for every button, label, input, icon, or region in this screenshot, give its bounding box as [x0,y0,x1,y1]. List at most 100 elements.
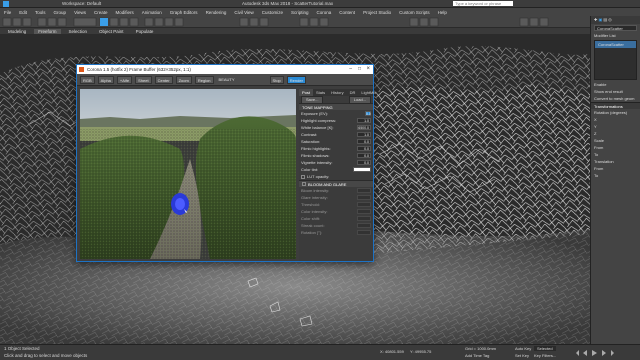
menu-item-edit[interactable]: Edit [15,10,31,15]
fb-app-icon [79,67,84,72]
load-button[interactable]: Load... [348,95,371,104]
modifier-list-dropdown[interactable]: Modifier List [591,32,640,39]
bloom-glare-header[interactable]: BLOOM AND GLARE [299,180,373,187]
tone-row: Filmic highlights: 0.0 [299,145,373,152]
menu-item-corona[interactable]: Corona [313,10,336,15]
bloom-label: Bloom intensity: [301,188,330,193]
key-filters-button[interactable]: Key Filters... [534,353,556,358]
menu-item-views[interactable]: Views [70,10,90,15]
transform-row: Y [594,124,597,129]
tone-row: Highlight compress: 1.0 [299,117,373,124]
bloom-label: Streak count: [301,223,325,228]
save-button[interactable]: Save... [301,95,324,104]
bloom-checkbox[interactable] [302,182,306,186]
ribbon-tab-freeform[interactable]: Freeform [34,28,61,34]
set-key-button[interactable]: Set Key [515,353,529,358]
modify-tab-icon[interactable]: ▣ [598,17,602,22]
menu-item-civil-view[interactable]: Civil View [230,10,257,15]
main-toolbar [0,16,590,28]
menu-item-file[interactable]: File [0,10,15,15]
bloom-value[interactable] [357,195,371,200]
fb-tool-region[interactable]: Region [194,75,214,84]
menu-item-tools[interactable]: Tools [31,10,50,15]
tone-value[interactable]: 0.0 [357,146,371,151]
stack-item-coronascatter[interactable]: CoronaScatter [595,41,636,48]
object-name-field[interactable]: CoronaScatter [594,25,637,31]
minimize-icon[interactable]: – [349,66,352,72]
fb-tool-render[interactable]: Render [286,75,306,84]
ribbon-tab-modeling[interactable]: Modeling [4,29,30,34]
bloom-value[interactable] [357,188,371,193]
command-panel-tabs[interactable]: ✚ ▣ ▤ ◎ [591,16,640,24]
frame-buffer-window[interactable]: Corona 1.5 (hotfix 2) Frame Buffer (632×… [76,64,376,262]
fb-tool-stop[interactable]: Stop [269,75,284,84]
add-time-tag[interactable]: Add Time Tag [465,353,489,358]
tone-value[interactable]: 6500.0 [357,125,371,130]
hierarchy-tab-icon[interactable]: ▤ [603,17,607,22]
playback-controls[interactable] [575,347,635,359]
fb-tool-beauty[interactable]: BEAUTY [217,76,237,84]
tone-mapping-header[interactable]: TONE MAPPING [299,103,373,110]
fb-tool-center[interactable]: Center [154,75,173,84]
modifier-stack[interactable]: CoronaScatter [594,40,637,80]
fb-tool-zoom[interactable]: Zoom [175,75,192,84]
bloom-value[interactable] [357,223,371,228]
ribbon-tab-populate[interactable]: Populate [132,29,158,34]
tone-label: Contrast: [301,132,318,137]
search-input[interactable]: Type a keyword or phrase [453,1,514,6]
workspace-label[interactable]: Workspace: Default [62,1,122,6]
tone-value[interactable]: 0.0 [357,160,371,165]
cp-option[interactable]: Convert to mesh geom [591,95,640,102]
ribbon-tab-selection[interactable]: Selection [65,29,92,34]
tab-history[interactable]: History [328,89,346,96]
tone-value[interactable]: 0.0 [365,111,371,116]
maximize-icon[interactable]: □ [358,66,361,72]
fb-tool-sheet[interactable]: Sheet [135,75,152,84]
x-coordinate[interactable]: X: 40801.559 [380,349,404,354]
frame-buffer-title[interactable]: Corona 1.5 (hotfix 2) Frame Buffer (632×… [77,65,373,74]
bloom-row: Glare intensity: [299,194,373,201]
close-icon[interactable]: × [366,66,370,72]
tone-value[interactable]: 1.0 [357,118,371,123]
toolbar-icons[interactable] [0,16,590,28]
menu-item-customize[interactable]: Customize [258,10,287,15]
menu-item-group[interactable]: Group [50,10,71,15]
bloom-value[interactable] [357,216,371,221]
bloom-value[interactable] [357,209,371,214]
render-image[interactable] [80,89,296,259]
menu-item-project-studio[interactable]: Project Studio [359,10,395,15]
tone-value[interactable]: 1.0 [357,132,371,137]
motion-tab-icon[interactable]: ◎ [608,17,612,22]
prompt-hint: Click and drag to select and move object… [4,353,88,358]
menu-item-help[interactable]: Help [434,10,451,15]
tone-value[interactable]: 0.0 [357,139,371,144]
menu-item-content[interactable]: Content [335,10,359,15]
menu-item-create[interactable]: Create [90,10,112,15]
grid-size: Grid = 1000.0mm [465,346,497,351]
menu-item-custom-scripts[interactable]: Custom Scripts [395,10,434,15]
cp-option[interactable]: Show end result [591,88,640,95]
menu-item-scripting[interactable]: Scripting [287,10,313,15]
tone-row: Exposure (EV): 0.0 [299,110,373,117]
fb-tool-alfe[interactable]: +Alfe [116,75,133,84]
menu-item-modifiers[interactable]: Modifiers [112,10,138,15]
menu-item-graph-editors[interactable]: Graph Editors [166,10,202,15]
cp-option[interactable]: Enable [591,81,640,88]
bloom-value[interactable] [357,230,371,235]
tone-value[interactable] [353,167,371,172]
fb-tool-alpha[interactable]: Alpha [97,75,114,84]
create-tab-icon[interactable]: ✚ [594,17,597,22]
bloom-value[interactable] [357,202,371,207]
selected-dropdown[interactable]: Selected [534,346,556,351]
transformations-header[interactable]: Transformations [591,102,640,109]
menu-item-animation[interactable]: Animation [138,10,166,15]
tone-label: Highlight compress: [301,118,337,123]
auto-key-button[interactable]: Auto Key [515,346,531,351]
fb-tool-rgb[interactable]: RGB [80,75,95,84]
command-panel: ✚ ▣ ▤ ◎ CoronaScatter Modifier List Coro… [590,16,640,346]
tone-value[interactable]: 0.0 [357,153,371,158]
y-coordinate[interactable]: Y: 49955.75 [410,349,431,354]
tone-label: Color tint: [301,167,319,172]
ribbon-tab-object-paint[interactable]: Object Paint [95,29,128,34]
menu-item-rendering[interactable]: Rendering [202,10,231,15]
